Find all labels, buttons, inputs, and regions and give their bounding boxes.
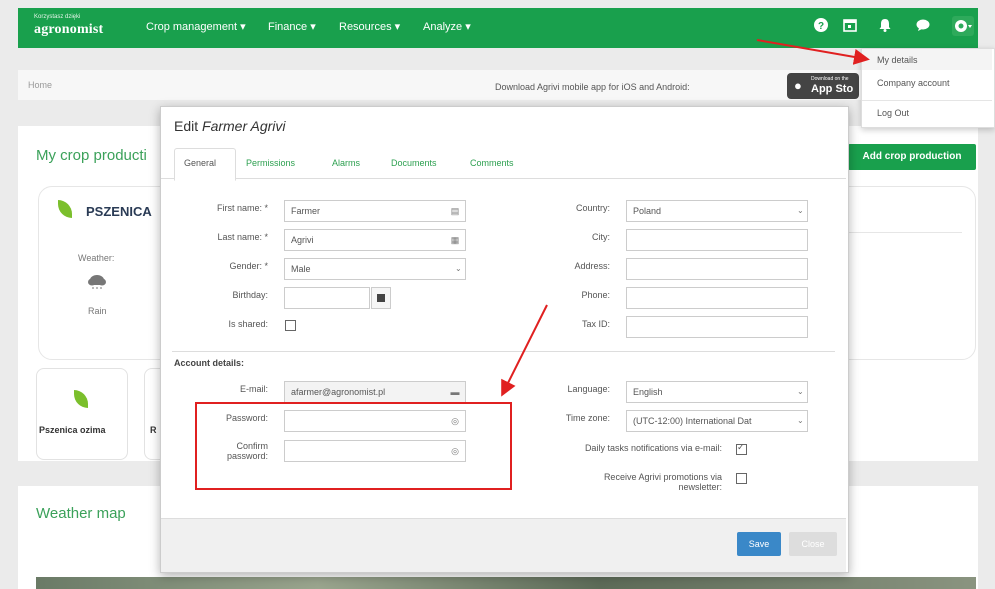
tax-id-field[interactable] — [626, 316, 808, 338]
modal-title: Edit Farmer Agrivi — [174, 118, 286, 134]
gender-select[interactable]: Male — [284, 258, 466, 280]
menu-item-log-out[interactable]: Log Out — [877, 108, 909, 118]
city-label: City: — [592, 232, 610, 242]
daily-tasks-checkbox[interactable] — [736, 442, 747, 455]
rain-cloud-icon — [85, 273, 109, 291]
weather-map-image[interactable] — [36, 577, 976, 589]
download-app-text: Download Agrivi mobile app for iOS and A… — [495, 82, 690, 92]
tax-id-label: Tax ID: — [581, 319, 610, 329]
tab-permissions[interactable]: Permissions — [246, 158, 295, 168]
logo-tagline: Korzystasz dzięki — [34, 14, 81, 20]
save-button[interactable]: Save — [737, 532, 781, 556]
first-name-field[interactable]: Farmer — [284, 200, 466, 222]
email-field[interactable]: afarmer@agronomist.pl — [284, 381, 466, 403]
crop-production-title: My crop producti — [36, 147, 147, 164]
menu-item-my-details[interactable]: My details — [877, 55, 918, 65]
menu-item-company-account[interactable]: Company account — [877, 78, 950, 88]
tab-general-label[interactable]: General — [184, 158, 216, 168]
tabs-divider — [161, 178, 846, 179]
crop-tile-name: Pszenica ozima — [39, 425, 106, 435]
promotions-checkbox[interactable] — [736, 473, 747, 484]
logo[interactable]: agronomist — [34, 22, 103, 38]
promotions-label: Receive Agrivi promotions via newsletter… — [540, 472, 722, 492]
crop-tile-name: R — [150, 425, 157, 435]
address-label: Address: — [574, 261, 610, 271]
user-menu-toggle[interactable] — [952, 16, 974, 36]
apple-icon: ● — [794, 78, 802, 93]
chat-icon[interactable] — [915, 17, 931, 33]
gender-label: Gender: * — [229, 261, 268, 271]
bell-icon[interactable] — [877, 17, 893, 33]
calendar-icon[interactable] — [842, 17, 858, 33]
help-icon[interactable]: ? — [813, 17, 829, 33]
tab-documents[interactable]: Documents — [391, 158, 437, 168]
section-divider — [172, 351, 835, 352]
timezone-select[interactable]: (UTC-12:00) International Dat — [626, 410, 808, 432]
city-field[interactable] — [626, 229, 808, 251]
divider — [846, 232, 962, 233]
gear-icon — [955, 20, 972, 32]
nav-crop-management[interactable]: Crop management ▾ — [146, 20, 246, 33]
is-shared-checkbox[interactable] — [285, 320, 296, 331]
modal-title-name: Farmer Agrivi — [202, 118, 286, 134]
promo-label-line2: newsletter: — [678, 482, 722, 492]
address-field[interactable] — [626, 258, 808, 280]
tab-comments[interactable]: Comments — [470, 158, 514, 168]
svg-text:?: ? — [818, 21, 824, 32]
contact-card-icon: ▬ — [450, 387, 460, 397]
calendar-icon — [377, 294, 385, 302]
chevron-down-icon: ⌄ — [797, 206, 804, 215]
timezone-label: Time zone: — [565, 413, 610, 423]
chevron-down-icon: ⌄ — [797, 387, 804, 396]
modal-title-prefix: Edit — [174, 118, 199, 134]
breadcrumb-home[interactable]: Home — [28, 80, 52, 90]
last-name-label: Last name: * — [217, 232, 268, 242]
phone-label: Phone: — [581, 290, 610, 300]
nav-finance[interactable]: Finance ▾ — [268, 20, 316, 33]
contact-card-icon: ▦ — [450, 235, 460, 245]
close-button[interactable]: Close — [789, 532, 837, 556]
weather-label: Weather: — [78, 253, 115, 263]
promo-label-line1: Receive Agrivi promotions via — [603, 472, 722, 482]
appstore-label: App Sto — [811, 83, 854, 95]
daily-tasks-label: Daily tasks notifications via e-mail: — [584, 443, 722, 453]
annotation-highlight-box — [195, 402, 512, 490]
tab-alarms[interactable]: Alarms — [332, 158, 360, 168]
phone-field[interactable] — [626, 287, 808, 309]
birthday-field[interactable] — [284, 287, 370, 309]
country-select[interactable]: Poland — [626, 200, 808, 222]
country-label: Country: — [575, 203, 610, 213]
calendar-button[interactable] — [371, 287, 391, 309]
language-select[interactable]: English — [626, 381, 808, 403]
weather-value: Rain — [88, 306, 107, 316]
crop-name[interactable]: PSZENICA — [86, 204, 152, 219]
birthday-label: Birthday: — [232, 290, 268, 300]
chevron-down-icon: ⌄ — [797, 416, 804, 425]
first-name-label: First name: * — [216, 203, 268, 213]
crop-tile[interactable] — [36, 368, 128, 460]
edit-user-modal — [160, 106, 849, 573]
app-store-badge[interactable]: ● Download on the App Sto — [787, 73, 859, 99]
is-shared-label: Is shared: — [228, 319, 268, 329]
weather-map-title: Weather map — [36, 505, 126, 522]
email-label: E-mail: — [239, 384, 268, 394]
contact-card-icon: ▤ — [450, 206, 460, 216]
chevron-down-icon: ⌄ — [455, 264, 462, 273]
dropdown-divider — [862, 100, 992, 101]
appstore-small-text: Download on the — [811, 76, 849, 82]
account-details-title: Account details: — [174, 358, 245, 368]
last-name-field[interactable]: Agrivi — [284, 229, 466, 251]
nav-resources[interactable]: Resources ▾ — [339, 20, 400, 33]
add-crop-production-button[interactable]: Add crop production — [848, 144, 976, 170]
language-label: Language: — [567, 384, 610, 394]
nav-analyze[interactable]: Analyze ▾ — [423, 20, 471, 33]
